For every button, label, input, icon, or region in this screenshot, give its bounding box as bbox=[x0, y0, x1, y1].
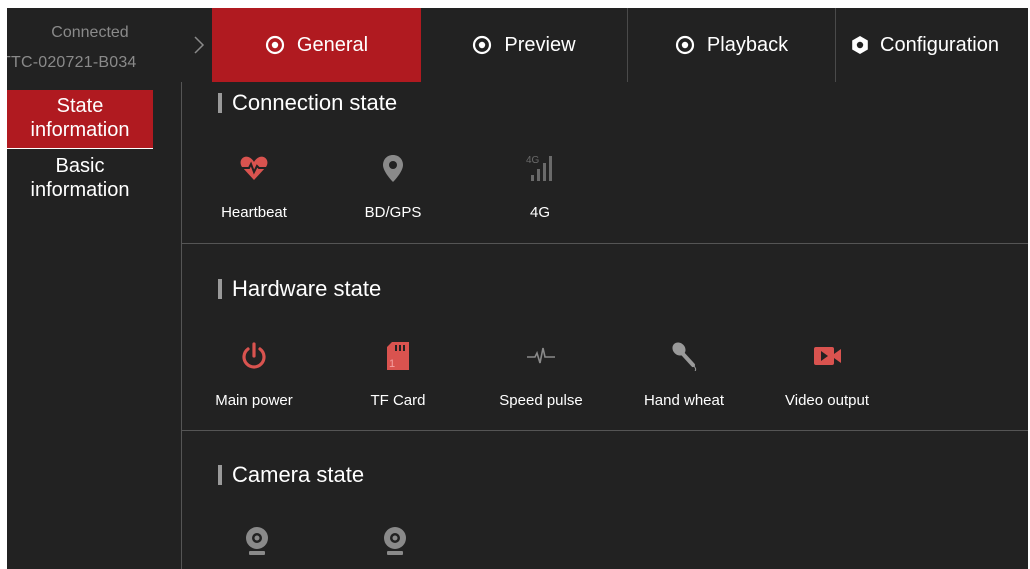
tab-general[interactable]: General bbox=[212, 8, 421, 82]
status-item-label: Main power bbox=[215, 392, 293, 409]
tab-playback[interactable]: Playback bbox=[628, 8, 835, 82]
pulse-icon bbox=[527, 347, 555, 364]
radio-dot-icon bbox=[675, 35, 695, 55]
status-item-label: TF Card bbox=[370, 392, 426, 409]
sidebar-item-basic-information[interactable]: Basic information bbox=[7, 154, 153, 208]
section-title-camera: Camera state bbox=[218, 462, 364, 488]
status-item-label: Video output bbox=[785, 392, 869, 409]
chevron-right-icon[interactable] bbox=[193, 35, 205, 55]
gear-icon bbox=[852, 36, 868, 54]
location-pin-icon bbox=[383, 155, 403, 182]
status-item-label: 4G bbox=[529, 204, 550, 221]
app-window: Connected TTC-020721-B034 General Previe… bbox=[7, 8, 1028, 569]
section-divider bbox=[182, 430, 1028, 431]
4g-signal-icon: 4G bbox=[526, 155, 552, 181]
radio-dot-icon bbox=[265, 35, 285, 55]
webcam-icon bbox=[384, 527, 406, 555]
tab-preview[interactable]: Preview bbox=[421, 8, 627, 82]
sidebar-item-label: State information bbox=[30, 95, 130, 141]
svg-text:4G: 4G bbox=[526, 155, 540, 166]
tab-label: Configuration bbox=[880, 33, 999, 56]
sidebar-item-state-information[interactable]: State information bbox=[7, 90, 153, 149]
tab-label: Playback bbox=[706, 33, 789, 56]
section-title-hardware: Hardware state bbox=[218, 276, 381, 302]
section-divider bbox=[182, 243, 1028, 244]
device-id: TTC-020721-B034 bbox=[7, 54, 137, 71]
device-info: Connected TTC-020721-B034 bbox=[7, 8, 181, 82]
status-item-label: Speed pulse bbox=[499, 392, 583, 409]
video-camera-icon bbox=[814, 347, 841, 365]
section-title-connection: Connection state bbox=[218, 90, 397, 116]
status-item-label: Heartbeat bbox=[221, 204, 287, 221]
heartbeat-icon bbox=[240, 156, 268, 180]
status-item-label: BD/GPS bbox=[364, 204, 422, 221]
svg-text:1: 1 bbox=[389, 358, 395, 370]
sidebar-divider bbox=[181, 82, 182, 569]
power-icon bbox=[242, 342, 266, 369]
tab-label: Preview bbox=[504, 33, 576, 56]
sidebar-item-label: Basic information bbox=[30, 155, 130, 201]
radio-dot-icon bbox=[473, 35, 492, 55]
tab-label: General bbox=[296, 33, 369, 56]
microphone-icon bbox=[672, 342, 697, 371]
status-item-label: Hand wheat bbox=[643, 392, 725, 409]
tab-configuration[interactable]: Configuration bbox=[836, 8, 1028, 82]
webcam-icon bbox=[246, 527, 268, 555]
connection-status: Connected bbox=[51, 24, 129, 41]
sd-card-icon: 1 bbox=[387, 342, 409, 370]
